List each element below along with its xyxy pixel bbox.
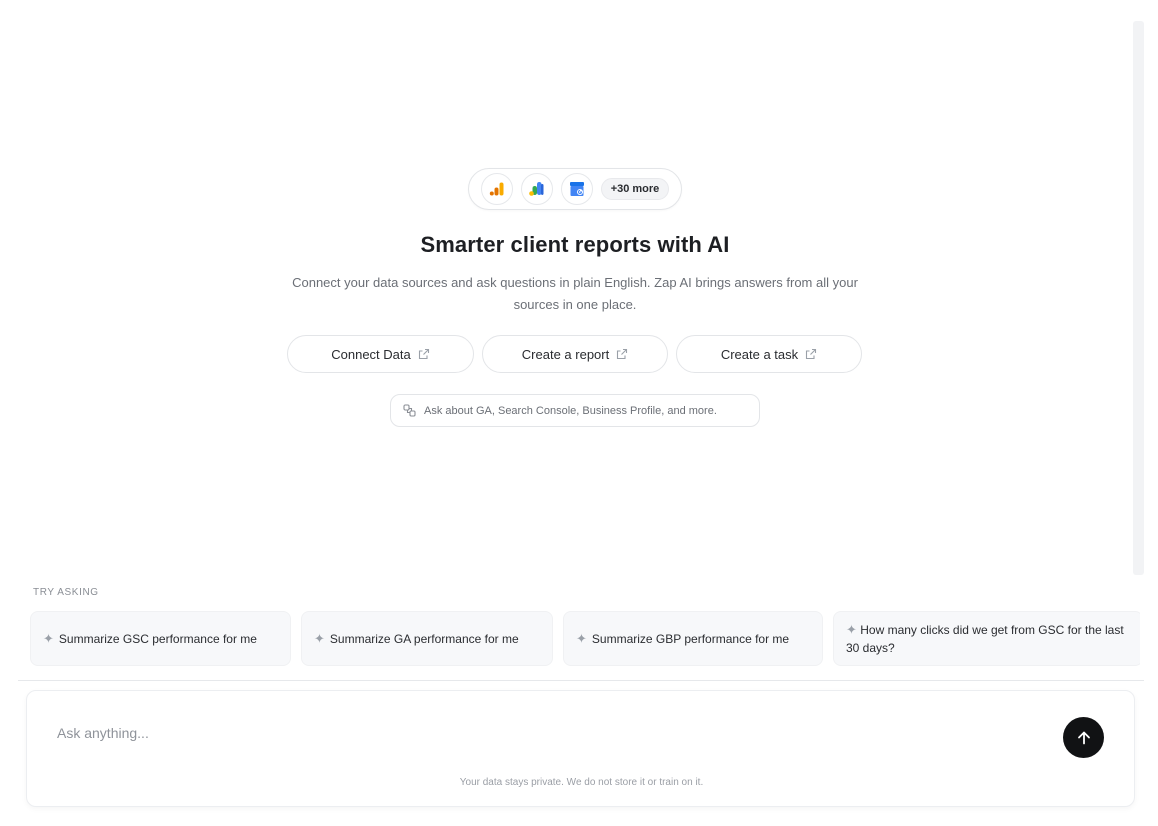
page-subtitle: Connect your data sources and ask questi… [292, 275, 858, 312]
chat-composer: Your data stays private. We do not store… [26, 690, 1135, 807]
connect-data-button[interactable]: Connect Data [287, 335, 474, 373]
external-link-icon [617, 348, 628, 360]
connect-data-label: Connect Data [331, 346, 411, 362]
suggestion-text: Summarize GA performance for me [329, 631, 519, 646]
sparkle-icon: ✦ [846, 622, 857, 637]
suggestion-list: ✦ Summarize GSC performance for me ✦ Sum… [30, 611, 1140, 667]
create-report-label: Create a report [521, 346, 610, 362]
more-sources-badge[interactable]: +30 more [600, 178, 670, 200]
suggestion-chip[interactable]: ✦ Summarize GBP performance for me [563, 611, 823, 666]
suggestion-chip[interactable]: ✦ Summarize GSC performance for me [30, 611, 291, 666]
external-link-icon [806, 348, 817, 360]
sources-hint-text: Ask about GA, Search Console, Business P… [424, 404, 717, 417]
google-business-profile-icon [560, 173, 593, 205]
arrow-up-icon [1077, 731, 1090, 744]
quick-actions: Connect Data Create a report Create a ta… [287, 335, 862, 373]
suggestion-chip[interactable]: ✦ How many clicks did we get from GSC fo… [833, 611, 1140, 666]
divider [18, 680, 1144, 681]
sparkle-icon: ✦ [43, 630, 54, 646]
suggestion-text: Summarize GSC performance for me [58, 631, 257, 646]
try-asking-label: TRY ASKING [33, 587, 99, 598]
send-button[interactable] [1063, 717, 1104, 758]
google-ads-icon [520, 173, 553, 205]
create-task-label: Create a task [720, 346, 799, 362]
privacy-note: Your data stays private. We do not store… [459, 777, 704, 788]
suggestion-text: Summarize GBP performance for me [591, 631, 790, 646]
create-task-button[interactable]: Create a task [676, 335, 862, 373]
sparkle-icon: ✦ [314, 630, 325, 646]
zap-ai-chat-page: +30 more Smarter client reports with AI … [0, 0, 1158, 826]
external-link-icon [418, 348, 429, 360]
google-analytics-icon [480, 173, 513, 205]
sparkle-icon: ✦ [576, 630, 587, 646]
page-title: Smarter client reports with AI [420, 232, 730, 257]
sources-hint: Ask about GA, Search Console, Business P… [390, 394, 760, 427]
connected-sources-pill: +30 more [467, 168, 683, 210]
link-icon [403, 404, 416, 417]
hero-section: +30 more Smarter client reports with AI … [0, 168, 1150, 316]
chat-input[interactable] [57, 721, 1037, 745]
suggestion-chip[interactable]: ✦ Summarize GA performance for me [301, 611, 553, 666]
create-report-button[interactable]: Create a report [482, 335, 668, 373]
suggestion-text: How many clicks did we get from GSC for … [846, 623, 1124, 655]
